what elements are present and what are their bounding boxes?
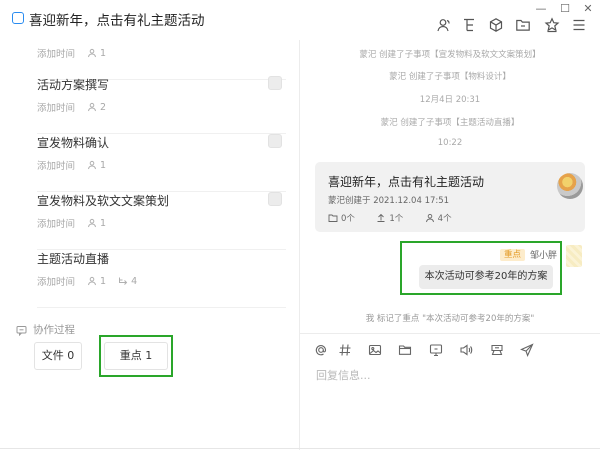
chat-bubble-icon (16, 325, 27, 336)
task-meta: 添加时间 2 (37, 100, 107, 115)
maximize-button[interactable]: ☐ (558, 2, 572, 15)
volume-icon[interactable] (459, 343, 473, 357)
folder-icon (328, 213, 338, 223)
added-time-label: 添加时间 (37, 277, 76, 288)
person-icon (425, 213, 435, 223)
task-item[interactable]: 宣发物料及软文文案策划 添加时间 1 (37, 192, 286, 250)
task-meta: 添加时间 1 4 (37, 274, 138, 289)
card-shares-count: 1个 (389, 214, 404, 224)
collab-heading-label: 协作过程 (33, 324, 75, 336)
folder-icon[interactable] (398, 343, 412, 357)
clipboard-icon[interactable] (490, 343, 504, 357)
task-checkbox[interactable] (268, 192, 282, 206)
assignee-count: 1 (100, 159, 107, 171)
task-item[interactable]: 添加时间 1 (37, 22, 286, 80)
person-icon (87, 276, 97, 286)
minimize-button[interactable]: — (534, 2, 548, 15)
task-name: 主题活动直播 (37, 252, 110, 266)
system-message: 蒙汜 创建了子事项【主题活动直播】 (380, 118, 520, 128)
files-filter-button[interactable]: 文件 0 (34, 342, 82, 370)
box-icon[interactable] (488, 17, 504, 33)
hash-icon[interactable] (338, 343, 352, 357)
person-icon (87, 160, 97, 170)
card-members-count: 4个 (437, 214, 452, 224)
assignee-count: 1 (100, 217, 107, 229)
system-message: 蒙汜 创建了子事项【物料设计】 (389, 72, 511, 82)
share-icon (376, 213, 386, 223)
task-item[interactable]: 宣发物料确认 添加时间 1 (37, 134, 286, 192)
added-time-label: 添加时间 (37, 49, 76, 60)
composer-divider (300, 333, 600, 334)
task-item[interactable]: 活动方案撰写 添加时间 2 (37, 76, 286, 134)
subtask-tree-icon[interactable] (461, 17, 477, 33)
person-icon (87, 48, 97, 58)
card-avatar (557, 173, 583, 199)
assignee-count: 1 (100, 47, 107, 59)
subtask-panel: 添加时间 1 活动方案撰写 添加时间 2 宣发物料确认 添加时间 1 宣发物料及软文文… (0, 40, 300, 450)
subtask-count: 4 (131, 275, 138, 287)
card-files-count: 0个 (341, 214, 355, 224)
window-bottom-border (0, 448, 600, 449)
collab-heading: 协作过程 (16, 322, 75, 337)
card-title: 喜迎新年，点击有礼主题活动 (328, 175, 485, 189)
person-icon (87, 218, 97, 228)
avatar (566, 245, 582, 267)
person-icon (87, 102, 97, 112)
folder-icon[interactable] (515, 17, 531, 33)
task-meta: 添加时间 1 (37, 46, 107, 61)
message-sender: 邹小胖 (530, 251, 558, 261)
timestamp: 10:22 (437, 138, 463, 148)
card-created: 蒙汜创建于 2021.12.04 17:51 (328, 196, 450, 206)
message-bubble[interactable]: 本次活动可参考20年的方案 (419, 265, 553, 289)
task-item[interactable]: 主题活动直播 添加时间 1 4 (37, 250, 286, 308)
timestamp: 12月4日 20:31 (419, 95, 481, 105)
assignee-count: 1 (100, 275, 107, 287)
card-stats: 0个 1个 4个 (328, 212, 452, 224)
task-checkbox[interactable] (268, 134, 282, 148)
task-checkbox[interactable] (268, 76, 282, 90)
at-icon[interactable] (314, 343, 328, 357)
added-time-label: 添加时间 (37, 103, 76, 114)
task-name: 宣发物料确认 (37, 136, 110, 150)
chat-panel: 蒙汜 创建了子事项【宣发物料及软文文案策划】 蒙汜 创建了子事项【物料设计】 1… (300, 40, 600, 450)
system-message: 蒙汜 创建了子事项【宣发物料及软文文案策划】 (359, 50, 541, 60)
task-name: 活动方案撰写 (37, 78, 110, 92)
added-time-label: 添加时间 (37, 219, 76, 230)
menu-icon[interactable] (571, 17, 587, 33)
system-message: 我 标记了重点 "本次活动可参考20年的方案" (365, 314, 535, 324)
reply-input[interactable] (316, 365, 584, 385)
task-checkbox-icon[interactable] (12, 12, 24, 24)
highlight-box (99, 335, 173, 377)
task-card[interactable]: 喜迎新年，点击有礼主题活动 蒙汜创建于 2021.12.04 17:51 0个 … (315, 162, 585, 232)
task-name: 宣发物料及软文文案策划 (37, 194, 170, 208)
members-icon[interactable] (436, 17, 452, 33)
close-button[interactable]: ✕ (581, 2, 595, 15)
subtask-icon (118, 276, 128, 286)
added-time-label: 添加时间 (37, 161, 76, 172)
star-icon[interactable] (544, 17, 560, 33)
screen-icon[interactable] (429, 343, 443, 357)
task-meta: 添加时间 1 (37, 158, 107, 173)
key-tag: 重点 (500, 249, 526, 261)
image-icon[interactable] (368, 343, 382, 357)
task-meta: 添加时间 1 (37, 216, 107, 231)
assignee-count: 2 (100, 101, 107, 113)
send-icon[interactable] (520, 343, 534, 357)
